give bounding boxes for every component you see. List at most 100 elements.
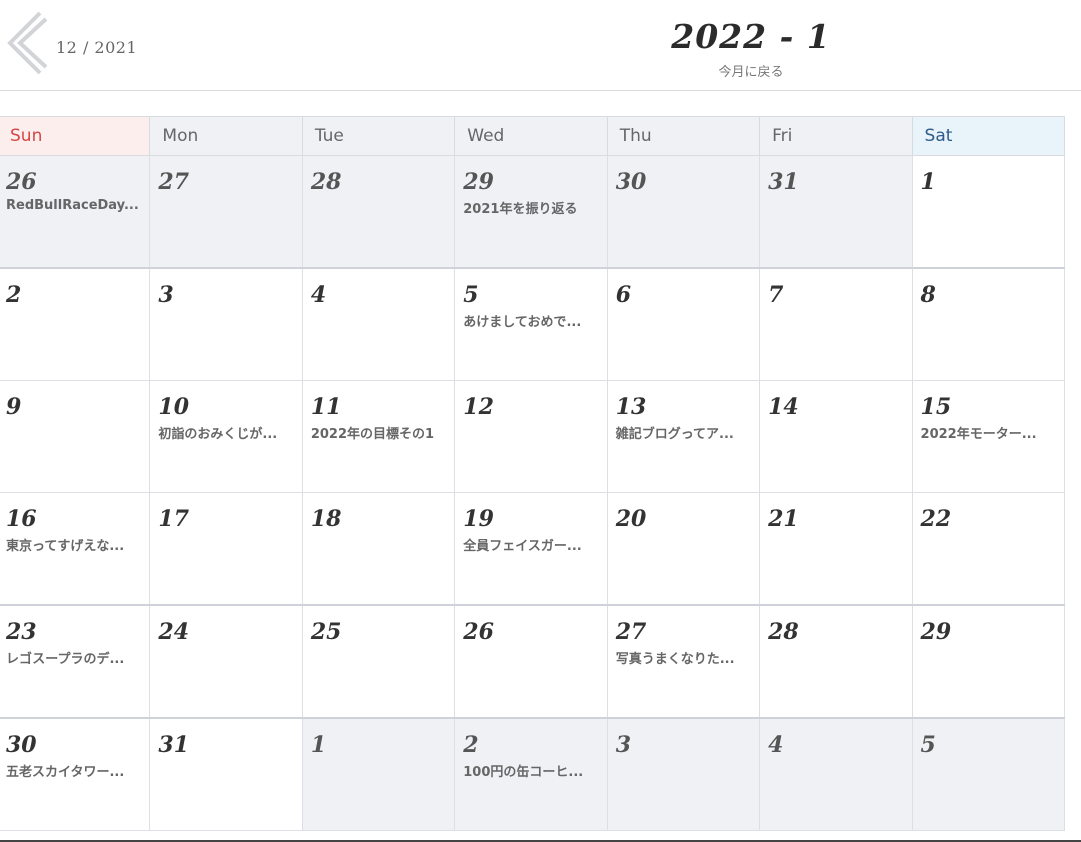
event-link[interactable]: あけましておめで... xyxy=(456,309,606,330)
weekday-wed: Wed xyxy=(454,116,608,156)
prev-month-label: 12 / 2021 xyxy=(56,37,138,57)
day-cell[interactable]: 30 xyxy=(606,155,761,269)
week-row: 23 レゴスープラのデ... 24 25 26 27 写真うまくなりた... 28 29 xyxy=(0,604,1066,719)
day-number: 16 xyxy=(6,506,37,532)
event-link[interactable]: 2021年を振り返る xyxy=(456,196,606,217)
day-number: 5 xyxy=(463,282,479,308)
event-link[interactable]: 100円の缶コーヒ... xyxy=(456,759,606,780)
prev-month-button[interactable]: 12 / 2021 xyxy=(4,10,137,76)
day-cell[interactable]: 30 五老スカイタワー... xyxy=(0,717,151,831)
day-cell[interactable]: 8 xyxy=(911,267,1066,381)
day-cell[interactable]: 22 xyxy=(911,492,1066,606)
day-cell[interactable]: 23 レゴスープラのデ... xyxy=(0,604,151,719)
day-cell[interactable]: 31 xyxy=(759,155,913,269)
event-link[interactable]: 五老スカイタワー... xyxy=(0,759,149,780)
day-number: 2 xyxy=(463,732,479,758)
day-number: 3 xyxy=(158,282,174,308)
weekday-thu: Thu xyxy=(606,116,761,156)
day-number: 27 xyxy=(615,619,647,645)
day-cell[interactable]: 13 雑記ブログってア... xyxy=(606,380,761,493)
day-number: 29 xyxy=(920,619,952,645)
day-number: 19 xyxy=(463,506,494,532)
event-link[interactable]: 雑記ブログってア... xyxy=(608,421,758,442)
day-number: 11 xyxy=(310,394,342,420)
back-to-today-link[interactable]: 今月に戻る xyxy=(620,61,882,80)
day-cell[interactable]: 1 xyxy=(911,155,1066,269)
day-number: 21 xyxy=(768,506,799,532)
day-number: 28 xyxy=(768,619,799,645)
calendar-header: 12 / 2021 2022 - 1 今月に戻る xyxy=(0,0,1081,91)
day-number: 1 xyxy=(920,169,936,195)
day-cell[interactable]: 9 xyxy=(0,380,151,493)
day-number: 24 xyxy=(158,619,190,645)
day-cell[interactable]: 5 xyxy=(911,717,1066,831)
day-cell[interactable]: 15 2022年モーター... xyxy=(911,380,1066,493)
day-number: 9 xyxy=(6,394,22,420)
event-link[interactable]: 全員フェイスガー... xyxy=(456,533,606,554)
day-cell[interactable]: 3 xyxy=(149,267,303,381)
day-number: 22 xyxy=(920,506,952,532)
day-cell[interactable]: 28 xyxy=(301,155,456,269)
day-number: 13 xyxy=(615,394,647,420)
day-cell[interactable]: 4 xyxy=(759,717,913,831)
day-cell[interactable]: 29 2021年を振り返る xyxy=(454,155,608,269)
day-cell[interactable]: 21 xyxy=(759,492,913,606)
day-number: 1 xyxy=(310,732,327,758)
day-number: 10 xyxy=(158,394,190,420)
day-number: 28 xyxy=(310,169,342,195)
day-number: 30 xyxy=(6,732,37,758)
day-cell[interactable]: 11 2022年の目標その1 xyxy=(301,380,456,493)
day-number: 5 xyxy=(920,732,936,758)
day-number: 8 xyxy=(920,282,936,308)
double-chevron-left-icon xyxy=(4,10,48,76)
day-cell[interactable]: 7 xyxy=(759,267,913,381)
weekday-sat: Sat xyxy=(911,116,1066,156)
day-cell[interactable]: 18 xyxy=(301,492,456,606)
day-number: 2 xyxy=(6,282,22,308)
week-row: 30 五老スカイタワー... 31 1 2 100円の缶コーヒ... 3 4 5 xyxy=(0,717,1066,831)
day-number: 23 xyxy=(6,619,37,645)
weekday-mon: Mon xyxy=(149,116,303,156)
day-cell[interactable]: 4 xyxy=(301,267,456,381)
day-number: 14 xyxy=(768,394,799,420)
day-cell[interactable]: 14 xyxy=(759,380,913,493)
day-number: 4 xyxy=(310,282,327,308)
day-cell[interactable]: 16 東京ってすげえな... xyxy=(0,492,151,606)
day-cell[interactable]: 2 100円の缶コーヒ... xyxy=(454,717,608,831)
event-link[interactable]: レゴスープラのデ... xyxy=(0,646,149,667)
day-cell[interactable]: 24 xyxy=(149,604,303,719)
event-link[interactable]: 写真うまくなりた... xyxy=(608,646,758,667)
day-cell[interactable]: 19 全員フェイスガー... xyxy=(454,492,608,606)
day-cell[interactable]: 26 RedBullRaceDay... xyxy=(0,155,151,269)
weekday-sun: Sun xyxy=(0,116,151,156)
day-number: 17 xyxy=(158,506,190,532)
day-number: 25 xyxy=(310,619,342,645)
day-number: 27 xyxy=(158,169,190,195)
day-cell[interactable]: 1 xyxy=(301,717,456,831)
day-cell[interactable]: 2 xyxy=(0,267,151,381)
calendar-grid: Sun Mon Tue Wed Thu Fri Sat 26 RedBullRac… xyxy=(0,116,1066,831)
day-cell[interactable]: 10 初詣のおみくじが... xyxy=(149,380,303,493)
day-cell[interactable]: 12 xyxy=(454,380,608,493)
day-cell[interactable]: 3 xyxy=(606,717,761,831)
day-cell[interactable]: 27 写真うまくなりた... xyxy=(606,604,761,719)
weekday-fri: Fri xyxy=(759,116,913,156)
event-link[interactable]: 初詣のおみくじが... xyxy=(151,421,301,442)
day-cell[interactable]: 17 xyxy=(149,492,303,606)
event-link[interactable]: 2022年モーター... xyxy=(913,421,1063,442)
day-number: 29 xyxy=(463,169,494,195)
day-cell[interactable]: 27 xyxy=(149,155,303,269)
day-cell[interactable]: 20 xyxy=(606,492,761,606)
day-cell[interactable]: 5 あけましておめで... xyxy=(454,267,608,381)
event-link[interactable]: 2022年の目標その1 xyxy=(303,421,453,442)
day-cell[interactable]: 29 xyxy=(911,604,1066,719)
day-cell[interactable]: 26 xyxy=(454,604,608,719)
day-number: 20 xyxy=(615,506,647,532)
current-month-title: 2022 - 1 xyxy=(671,17,831,56)
day-cell[interactable]: 25 xyxy=(301,604,456,719)
day-cell[interactable]: 31 xyxy=(149,717,303,831)
day-cell[interactable]: 28 xyxy=(759,604,913,719)
event-link[interactable]: RedBullRaceDay... xyxy=(0,196,149,213)
event-link[interactable]: 東京ってすげえな... xyxy=(0,533,149,554)
day-cell[interactable]: 6 xyxy=(606,267,761,381)
